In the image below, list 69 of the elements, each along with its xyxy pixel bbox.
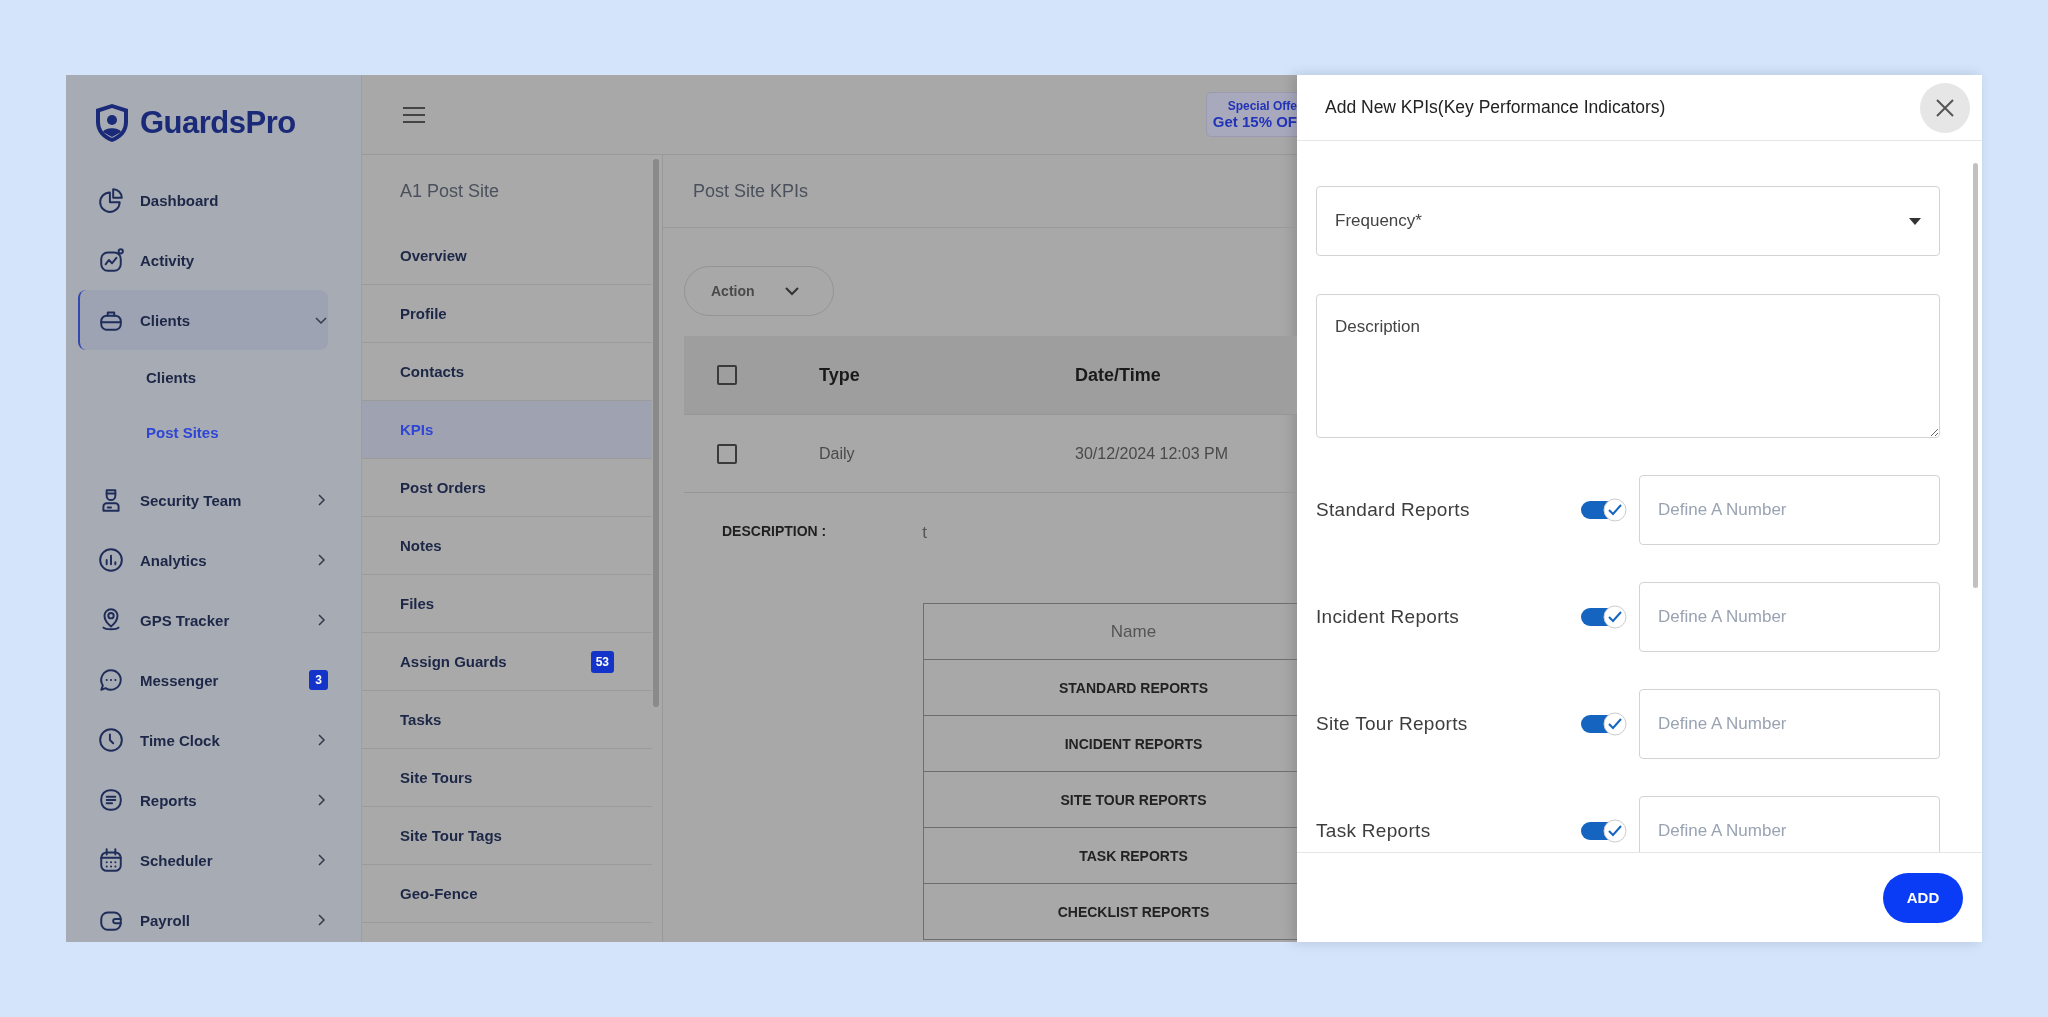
sidebar-subitem[interactable]: Clients (66, 350, 361, 405)
site-nav-item[interactable]: Overview (362, 227, 652, 285)
sidebar-item[interactable]: Clients (78, 290, 328, 350)
close-button[interactable] (1920, 82, 1970, 133)
description-field[interactable]: Description (1316, 294, 1940, 438)
number-input[interactable]: Define A Number (1639, 582, 1940, 652)
sidebar-item[interactable]: Reports (78, 770, 328, 830)
dropdown-arrow-icon (1909, 217, 1921, 225)
sidebar-item[interactable]: Analytics (78, 530, 328, 590)
site-nav-item[interactable]: Assign Guards 53 (362, 633, 652, 691)
site-nav-item[interactable]: Profile (362, 285, 652, 343)
site-nav-item[interactable]: Site Tours (362, 749, 652, 807)
count-badge: 53 (590, 650, 614, 673)
kpi-label: Incident Reports (1316, 606, 1461, 628)
document-icon (98, 787, 124, 813)
activity-icon (98, 247, 124, 273)
chevron-down-icon (784, 286, 799, 296)
clock-icon (98, 727, 124, 753)
add-button[interactable]: ADD (1883, 872, 1963, 923)
column-header: Name (923, 603, 1297, 660)
number-input[interactable]: Define A Number (1639, 475, 1940, 545)
site-nav-item[interactable]: Site Tour Tags (362, 807, 652, 865)
site-nav-item[interactable]: Notes (362, 517, 652, 575)
frequency-select[interactable]: Frequency* (1316, 186, 1940, 256)
sidebar-item[interactable]: Payroll (78, 890, 328, 950)
sidebar-item[interactable]: GPS Tracker (78, 590, 328, 650)
action-dropdown[interactable]: Action (684, 266, 834, 316)
kpi-label: Task Reports (1316, 820, 1432, 842)
toggle-switch[interactable] (1581, 605, 1627, 629)
modal-title: Add New KPIs(Key Performance Indicators) (1325, 97, 1667, 118)
site-nav-item[interactable]: Files (362, 575, 652, 633)
promo-title: Special Offe (1227, 99, 1297, 113)
sidebar-item[interactable]: Security Team (78, 470, 328, 530)
sidebar-item[interactable]: Dashboard (78, 170, 328, 230)
description-label: DESCRIPTION : (722, 523, 827, 541)
site-title: A1 Post Site (399, 180, 501, 203)
scrollbar[interactable] (1973, 163, 1978, 588)
site-nav-item[interactable]: Post Orders (362, 459, 652, 517)
checkbox[interactable] (717, 365, 737, 385)
app-logo-text: GuardsPro (140, 104, 296, 141)
sidebar-item[interactable]: Messenger 3 (78, 650, 328, 710)
sidebar-item[interactable]: Activity (78, 230, 328, 290)
table-cell: 30/12/2024 12:03 PM (1075, 444, 1228, 463)
menu-icon[interactable] (402, 105, 426, 124)
column-header: Type (819, 364, 861, 386)
checkbox[interactable] (717, 443, 737, 464)
kpi-label: Site Tour Reports (1316, 713, 1469, 735)
column-header: Date/Time (1075, 364, 1161, 386)
site-nav-item[interactable]: Tasks (362, 691, 652, 749)
kpi-label: Standard Reports (1316, 499, 1471, 521)
pie-chart-icon (98, 187, 124, 213)
sidebar-item[interactable]: Scheduler (78, 830, 328, 890)
special-offer-banner[interactable]: Special Offe Get 15% OF (1206, 92, 1297, 137)
description-value: t (922, 523, 927, 543)
number-input[interactable]: Define A Number (1639, 689, 1940, 759)
toggle-switch[interactable] (1581, 498, 1627, 522)
table-cell-text: Daily (819, 444, 856, 463)
toggle-switch[interactable] (1581, 819, 1627, 843)
calendar-icon (98, 847, 124, 873)
scrollbar[interactable] (653, 159, 659, 707)
number-input[interactable]: Define A Number (1639, 796, 1940, 852)
count-badge: 3 (309, 670, 328, 690)
site-nav-item[interactable]: Geo-Fence (362, 865, 652, 923)
toggle-switch[interactable] (1581, 712, 1627, 736)
bar-chart-icon (98, 547, 124, 573)
promo-text: Get 15% OF (1212, 113, 1297, 130)
chat-bubble-icon (98, 667, 124, 693)
close-icon (1935, 97, 1955, 118)
sidebar-item[interactable]: Time Clock (78, 710, 328, 770)
